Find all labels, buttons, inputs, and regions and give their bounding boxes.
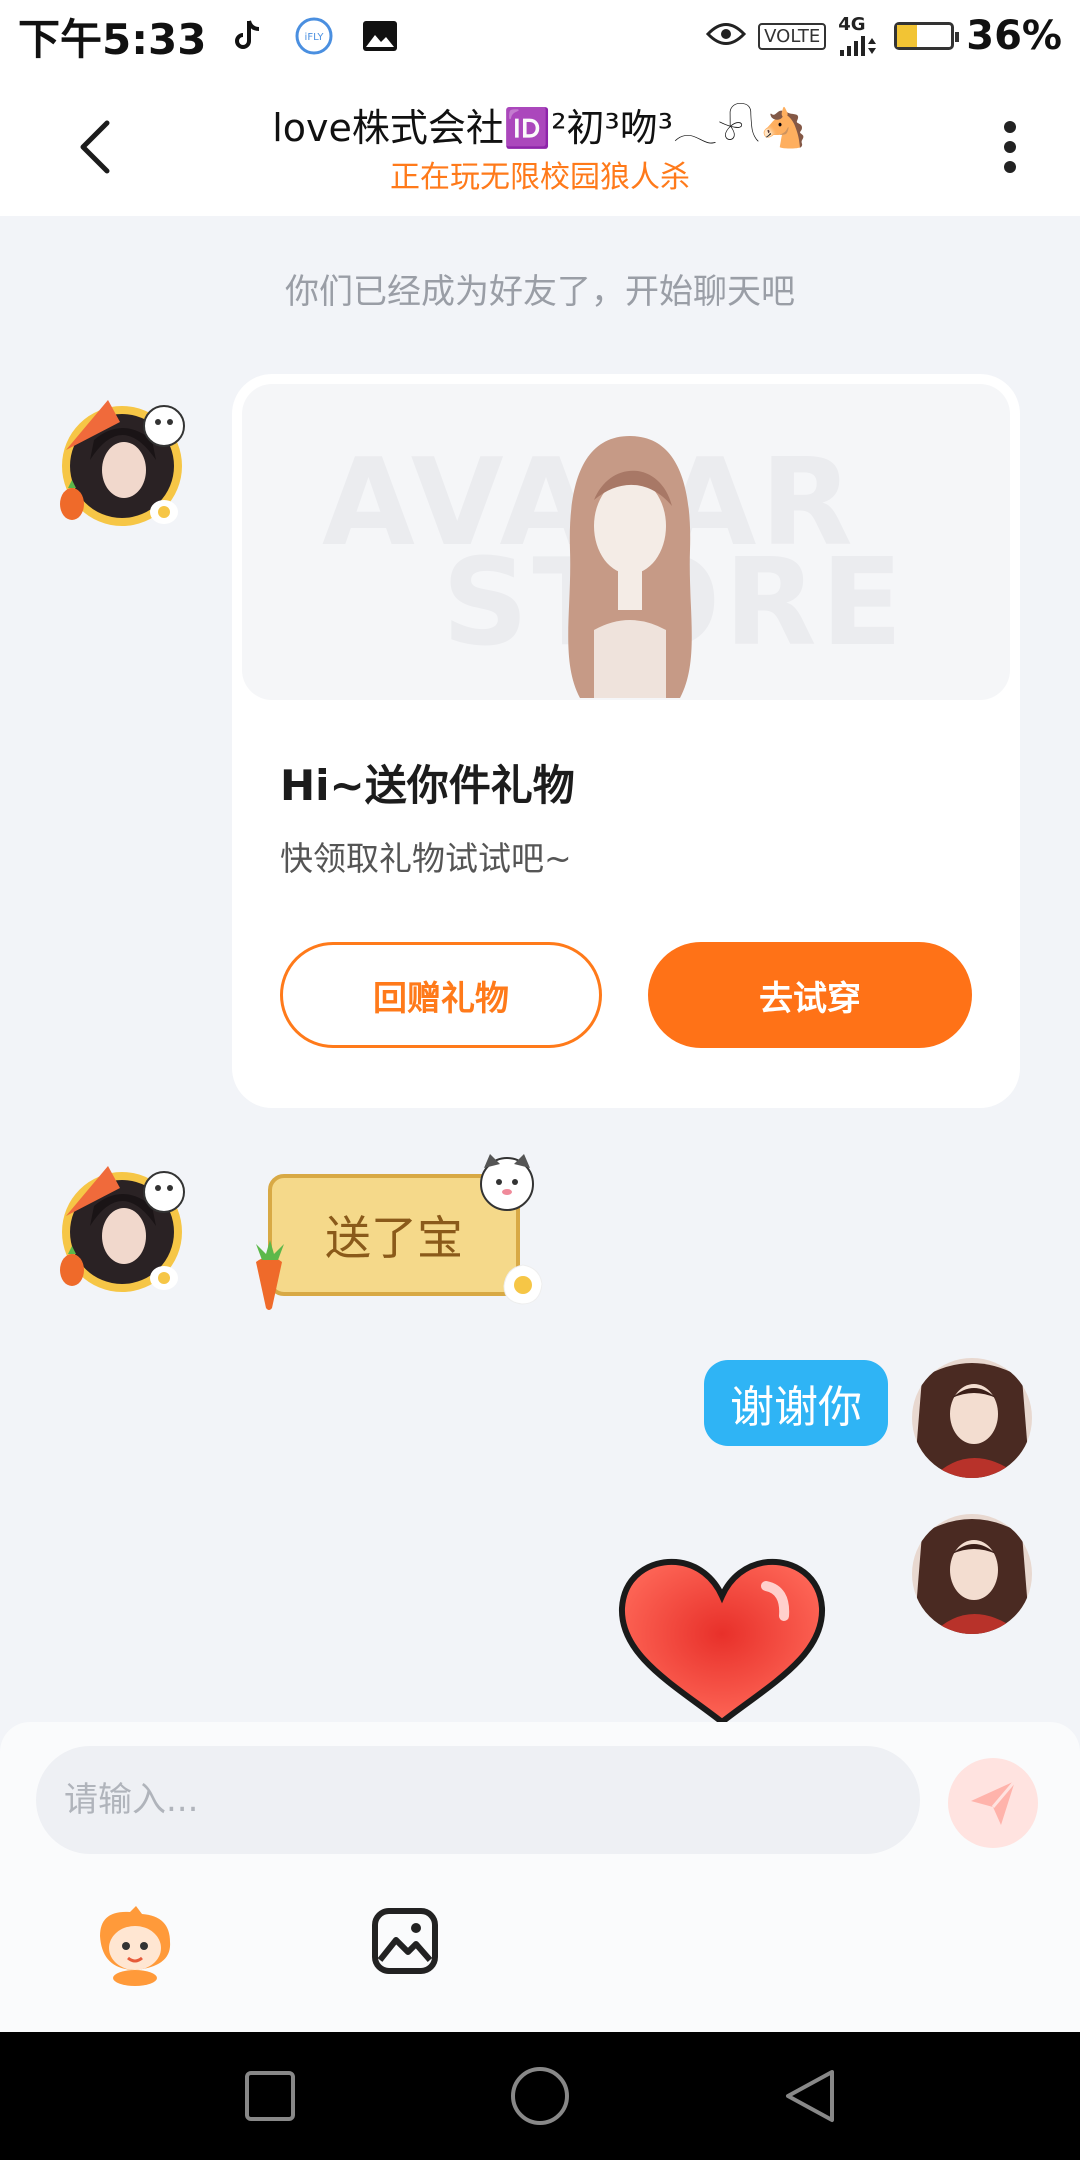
send-button[interactable] [948,1758,1038,1848]
try-on-button[interactable]: 去试穿 [648,942,972,1048]
my-avatar[interactable] [912,1514,1032,1634]
battery-percent: 36% [966,13,1062,59]
more-vertical-icon [1004,121,1016,173]
hair-item-icon [568,436,692,698]
contact-name: love株式会社🆔²初³吻³𓂃𓍯🐴 [272,106,808,150]
status-system-icons: VOLTE 4G 36% [706,13,1062,59]
signal-indicator: 4G [838,16,882,56]
message-input[interactable] [36,1746,920,1854]
contact-status[interactable]: 正在玩无限校园狼人杀 [130,152,950,196]
back-button[interactable] [60,112,130,182]
chat-header: love株式会社🆔²初³吻³𓂃𓍯🐴 正在玩无限校园狼人杀 [0,72,1080,216]
eye-icon [706,21,747,51]
friend-avatar[interactable] [60,1166,190,1296]
ifly-label: iFLY [305,32,325,43]
system-message: 你们已经成为好友了，开始聊天吧 [285,272,795,312]
triangle-back-icon [786,2070,834,2122]
my-avatar[interactable] [912,1358,1032,1478]
gift-preview-image: AVATAR STORE [242,384,1010,700]
network-type: 4G [838,14,866,35]
back-nav-button[interactable] [780,2066,840,2126]
status-bar: 下午5:33 iFLY VOLTE 4G 36% [0,0,1080,72]
image-picker-button[interactable] [372,1908,438,1974]
square-icon [245,2071,295,2121]
input-panel [0,1722,1080,2032]
volte-badge: VOLTE [758,22,827,50]
gift-card[interactable]: AVATAR STORE Hi~送你件礼物 快领取礼物试试吧~ 回赠礼物 去试穿 [232,374,1020,1108]
egg-icon [503,1264,543,1305]
ifly-icon: iFLY [294,16,334,56]
status-notification-icons: iFLY [228,16,400,56]
gift-title: Hi~送你件礼物 [280,761,575,810]
more-options-button[interactable] [980,112,1040,182]
gift-description: 快领取礼物试试吧~ [280,839,572,878]
heart-emoji-message[interactable] [616,1556,828,1724]
gallery-icon [360,16,400,56]
return-gift-button[interactable]: 回赠礼物 [280,942,602,1048]
home-button[interactable] [510,2066,570,2126]
friend-avatar[interactable] [60,400,190,530]
circle-icon [511,2067,569,2125]
chevron-left-icon [80,120,110,174]
signal-icon [840,36,877,56]
send-icon [971,1780,1017,1825]
battery-icon [894,22,960,50]
sticker-text: 送了宝 [325,1211,463,1265]
recent-apps-button[interactable] [240,2066,300,2126]
outgoing-message[interactable]: 谢谢你 [704,1360,888,1446]
tiktok-icon [228,16,268,56]
status-time: 下午5:33 [18,14,207,64]
cat-sticker-icon [480,1154,534,1211]
carrot-icon [256,1240,284,1310]
system-nav-bar [0,2032,1080,2160]
mascot-emoji-button[interactable] [90,1906,180,1986]
